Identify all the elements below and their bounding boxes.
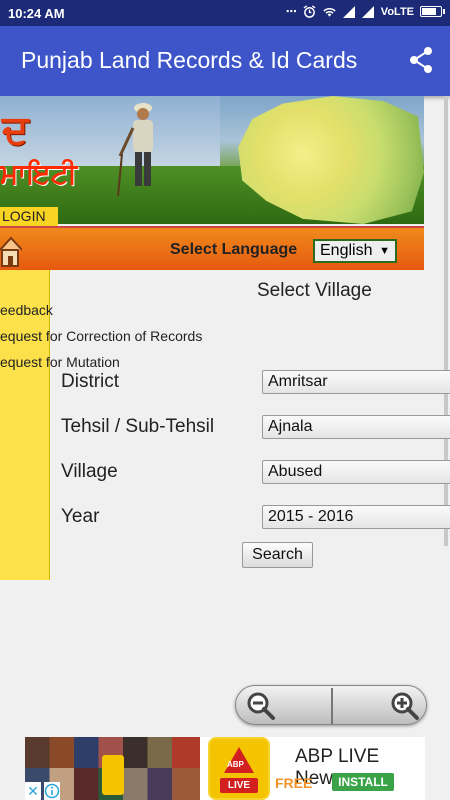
language-bar: Select Language English ▼ [0, 226, 424, 270]
signal-icon [342, 5, 355, 18]
signal-2-icon [361, 5, 374, 18]
district-select[interactable]: Amritsar [262, 370, 450, 394]
tehsil-select[interactable]: Ajnala [262, 415, 450, 439]
menu-item-feedback[interactable]: eedback [0, 302, 53, 318]
select-language-label: Select Language [170, 241, 298, 258]
farmer-image [117, 103, 153, 197]
network-label: VoLTE [380, 5, 414, 18]
zoom-out-icon[interactable] [246, 691, 276, 721]
abp-logo-text: ABP [227, 760, 244, 769]
chevron-down-icon: ▼ [379, 245, 390, 257]
status-time: 10:24 AM [8, 6, 65, 21]
zoom-controls [235, 685, 427, 725]
ad-free-label: FREE [275, 775, 313, 791]
ad-banner[interactable]: ABP LIVE ABP LIVE News FREE INSTALL [25, 737, 425, 800]
menu-item-correction-request[interactable]: equest for Correction of Records [0, 328, 202, 344]
district-label: District [61, 371, 120, 392]
header-banner: ਦ ਮਾਇਟੀ [0, 96, 424, 224]
zoom-in-icon[interactable] [390, 691, 420, 721]
share-icon[interactable] [408, 46, 434, 74]
village-select[interactable]: Abused [262, 460, 450, 484]
status-icons: ⋯ VoLTE [285, 5, 445, 18]
year-select[interactable]: 2015 - 2016 [262, 505, 450, 529]
ad-info-icon[interactable] [44, 782, 60, 800]
ad-install-button[interactable]: INSTALL [332, 773, 394, 791]
menu-item-mutation-request[interactable]: equest for Mutation [0, 354, 120, 370]
language-select[interactable]: English ▼ [313, 239, 397, 263]
app-bar: Punjab Land Records & Id Cards [0, 26, 450, 96]
year-label: Year [61, 506, 100, 527]
app-title: Punjab Land Records & Id Cards [21, 47, 358, 73]
village-label: Village [61, 461, 118, 482]
alarm-icon [303, 5, 316, 18]
ad-close-icon[interactable]: ✕ [25, 782, 41, 800]
section-title: Select Village [257, 280, 372, 301]
search-button[interactable]: Search [242, 542, 313, 568]
abp-live-badge: LIVE [220, 778, 258, 793]
banner-sky [0, 96, 220, 166]
wifi-icon [323, 7, 336, 17]
login-link[interactable]: LOGIN [0, 207, 58, 226]
tehsil-label: Tehsil / Sub-Tehsil [61, 416, 215, 437]
status-bar: 10:24 AM ⋯ VoLTE [0, 0, 450, 26]
language-selected-value: English [320, 242, 373, 259]
zoom-divider [331, 688, 333, 724]
banner-logo-text: ਦ [2, 108, 29, 152]
abp-logo: ABP LIVE [210, 739, 268, 798]
battery-icon [420, 6, 445, 17]
banner-logo-subtext: ਮਾਇਟੀ [0, 158, 78, 189]
more-dots-icon: ⋯ [285, 6, 297, 18]
home-icon[interactable] [0, 232, 22, 268]
abp-small-logo [102, 755, 124, 795]
